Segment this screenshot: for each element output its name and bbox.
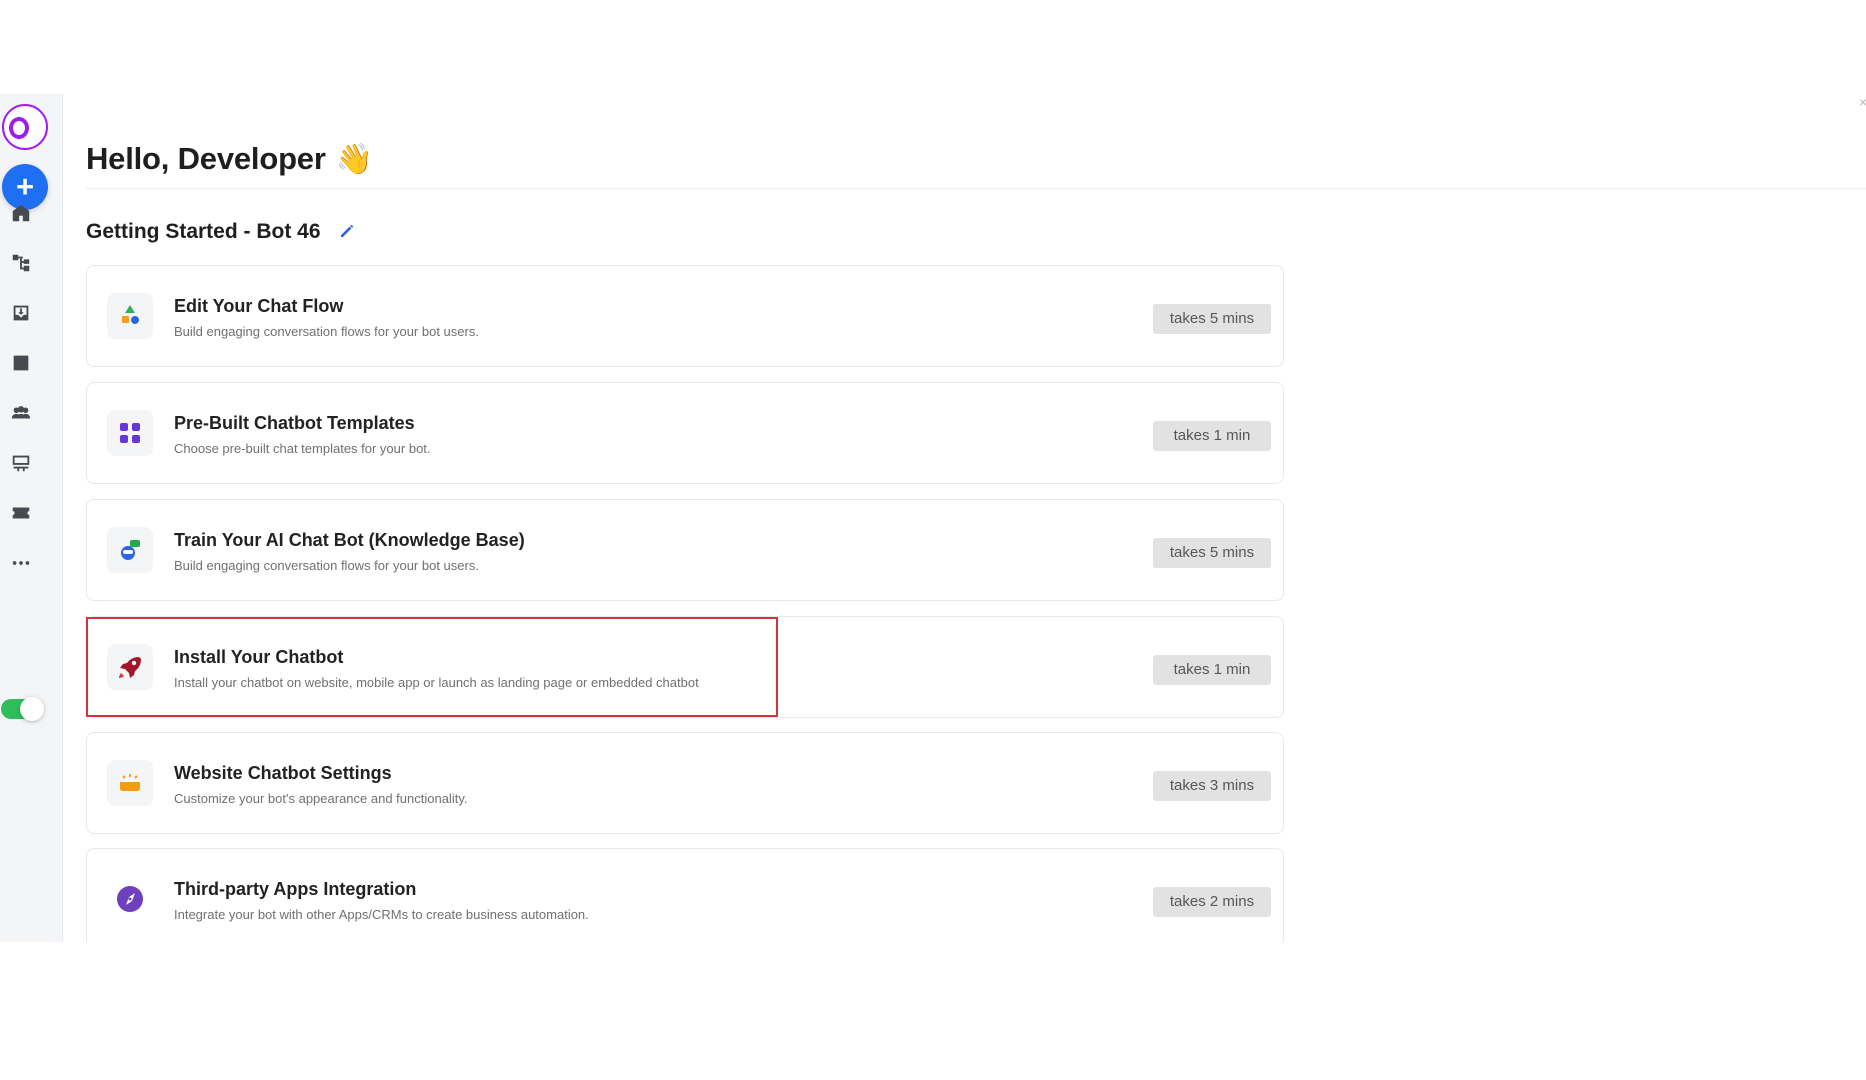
time-estimate-badge: takes 5 mins — [1153, 538, 1271, 568]
grid-icon — [107, 410, 153, 456]
card-title: Edit Your Chat Flow — [174, 296, 344, 316]
time-estimate-badge: takes 2 mins — [1153, 887, 1271, 917]
card-edit-chat-flow[interactable]: Edit Your Chat Flow Build engaging conve… — [86, 265, 1284, 367]
card-title: Install Your Chatbot — [174, 647, 344, 667]
card-description: Customize your bot's appearance and func… — [174, 791, 468, 806]
home-icon[interactable] — [8, 200, 34, 226]
pencil-icon[interactable] — [338, 222, 356, 240]
section-title-text: Getting Started - Bot 46 — [86, 220, 321, 243]
settings-widget-icon — [107, 760, 153, 806]
time-estimate-badge: takes 5 mins — [1153, 304, 1271, 334]
rocket-icon — [107, 644, 153, 690]
bot-status-toggle[interactable] — [1, 697, 44, 721]
card-prebuilt-templates[interactable]: Pre-Built Chatbot Templates Choose pre-b… — [86, 382, 1284, 484]
left-sidebar: + — [0, 94, 63, 942]
time-estimate-badge: takes 3 mins — [1153, 771, 1271, 801]
card-train-ai-bot[interactable]: Train Your AI Chat Bot (Knowledge Base) … — [86, 499, 1284, 601]
time-estimate-badge: takes 1 min — [1153, 655, 1271, 685]
card-description: Integrate your bot with other Apps/CRMs … — [174, 907, 589, 922]
users-icon[interactable] — [8, 400, 34, 426]
time-estimate-badge: takes 1 min — [1153, 421, 1271, 451]
greeting-text: Hello, Developer — [86, 140, 326, 176]
shapes-icon — [107, 293, 153, 339]
inbox-icon[interactable] — [8, 300, 34, 326]
card-title: Third-party Apps Integration — [174, 879, 417, 899]
more-icon[interactable] — [8, 550, 34, 576]
card-description: Build engaging conversation flows for yo… — [174, 558, 479, 573]
card-description: Install your chatbot on website, mobile … — [174, 675, 699, 690]
card-title: Pre-Built Chatbot Templates — [174, 413, 415, 433]
card-third-party-integration[interactable]: Third-party Apps Integration Integrate y… — [86, 848, 1284, 942]
header-divider — [86, 188, 1866, 189]
card-description: Choose pre-built chat templates for your… — [174, 441, 431, 456]
close-icon[interactable]: × — [1859, 94, 1866, 110]
ticket-icon[interactable] — [8, 500, 34, 526]
card-title: Website Chatbot Settings — [174, 763, 392, 783]
page-title: Hello, Developer 👋 — [86, 141, 373, 177]
app-shell: + × Hello, Developer 👋 Getting Started -… — [0, 94, 1866, 942]
ai-bot-icon — [107, 527, 153, 573]
compass-icon — [107, 876, 153, 922]
toggle-knob — [20, 697, 44, 721]
card-description: Build engaging conversation flows for yo… — [174, 324, 479, 339]
section-heading: Getting Started - Bot 46 — [86, 220, 356, 244]
card-website-settings[interactable]: Website Chatbot Settings Customize your … — [86, 732, 1284, 834]
analytics-icon[interactable] — [8, 350, 34, 376]
broadcast-icon[interactable] — [8, 450, 34, 476]
card-title: Train Your AI Chat Bot (Knowledge Base) — [174, 530, 525, 550]
card-install-chatbot[interactable]: Install Your Chatbot Install your chatbo… — [86, 616, 1284, 718]
brand-logo[interactable] — [2, 104, 48, 150]
flow-icon[interactable] — [8, 250, 34, 276]
wave-emoji: 👋 — [335, 142, 373, 176]
